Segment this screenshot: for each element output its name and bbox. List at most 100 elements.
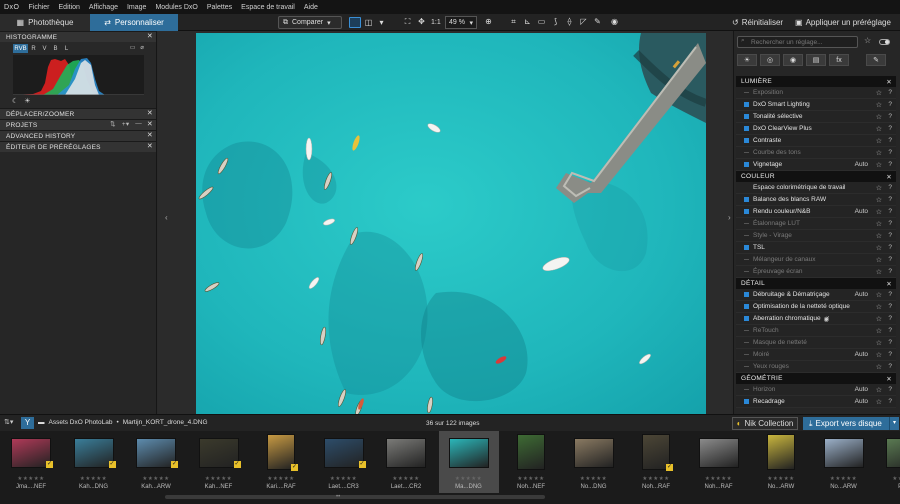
correction-row[interactable]: Recadrage Auto ☆? bbox=[736, 396, 896, 408]
enable-toggle[interactable] bbox=[744, 342, 749, 343]
rating-stars[interactable]: ★★★★★ bbox=[814, 476, 874, 482]
favorite-star-icon[interactable]: ☆ bbox=[876, 303, 882, 311]
eyedropper-icon[interactable]: ⌀ bbox=[140, 44, 144, 51]
favorite-star-icon[interactable]: ☆ bbox=[876, 256, 882, 264]
favorite-star-icon[interactable]: ☆ bbox=[876, 351, 882, 359]
rating-stars[interactable]: ★★★★★ bbox=[64, 476, 124, 482]
help-icon[interactable]: ? bbox=[888, 113, 892, 120]
close-icon[interactable]: ✕ bbox=[886, 173, 892, 181]
resize-handle-icon[interactable]: •• bbox=[336, 494, 340, 500]
filmstrip-thumbnail[interactable]: ✓ ★★★★★ Noh...RAF bbox=[626, 431, 686, 493]
projects-header[interactable]: PROJETS ⇅ +▾ — ✕ bbox=[0, 119, 156, 130]
help-icon[interactable]: ? bbox=[888, 268, 892, 275]
correction-row[interactable]: Étalonnage LUT ☆? bbox=[736, 218, 896, 230]
enable-toggle[interactable] bbox=[744, 271, 749, 272]
close-icon[interactable]: ✕ bbox=[147, 109, 153, 117]
preview-eye-icon[interactable]: ◉ bbox=[609, 16, 620, 27]
filmstrip-thumbnail[interactable]: ✓ ★★★★★ Kah...NEF bbox=[189, 431, 249, 493]
enable-toggle[interactable] bbox=[744, 292, 749, 297]
help-icon[interactable]: ? bbox=[888, 196, 892, 203]
filmstrip-thumbnail[interactable]: ★★★★★ No...ARW bbox=[814, 431, 874, 493]
correction-row[interactable]: Débruitage & Dématriçage Auto ☆? bbox=[736, 289, 896, 301]
filmstrip-thumbnail[interactable]: ★★★★★ Ma...DNG bbox=[438, 431, 499, 493]
help-icon[interactable]: ? bbox=[888, 327, 892, 334]
help-icon[interactable]: ? bbox=[888, 232, 892, 239]
help-icon[interactable]: ? bbox=[888, 363, 892, 370]
close-icon[interactable]: ✕ bbox=[147, 120, 153, 128]
detail-palette-icon[interactable]: ◉ bbox=[783, 54, 803, 66]
menu-palettes[interactable]: Palettes bbox=[207, 4, 232, 11]
section-header[interactable]: GÉOMÉTRIE ✕ bbox=[736, 373, 896, 384]
enable-toggle[interactable] bbox=[744, 399, 749, 404]
help-icon[interactable]: ? bbox=[888, 386, 892, 393]
enable-toggle[interactable] bbox=[744, 366, 749, 367]
correction-row[interactable]: Optimisation de la netteté optique ☆? bbox=[736, 301, 896, 313]
correction-row[interactable]: Masque de netteté ☆? bbox=[736, 337, 896, 349]
favorite-star-icon[interactable]: ☆ bbox=[876, 149, 882, 157]
channel-rgb[interactable]: RVB bbox=[13, 44, 28, 53]
tab-library[interactable]: ▦ Photothèque bbox=[0, 14, 90, 31]
help-icon[interactable]: ? bbox=[888, 256, 892, 263]
enable-toggle[interactable] bbox=[744, 114, 749, 119]
filter-icon[interactable]: Y bbox=[21, 417, 34, 429]
menu-edit[interactable]: Edition bbox=[59, 4, 80, 11]
channel-g[interactable]: V bbox=[39, 44, 50, 53]
correction-row[interactable]: TSL ☆? bbox=[736, 242, 896, 254]
favorite-star-icon[interactable]: ☆ bbox=[876, 315, 882, 323]
filmstrip-thumbnail[interactable]: ★★★★★ Laet....CR2 bbox=[376, 431, 436, 493]
menu-workspace[interactable]: Espace de travail bbox=[241, 4, 295, 11]
rating-stars[interactable]: ★★★★★ bbox=[439, 476, 499, 482]
rating-stars[interactable]: ★★★★★ bbox=[1, 476, 61, 482]
help-icon[interactable]: ? bbox=[888, 220, 892, 227]
monitor-icon[interactable]: ▭ bbox=[130, 44, 136, 51]
rating-stars[interactable]: ★★★★★ bbox=[876, 476, 900, 482]
rating-stars[interactable]: ★★★★★ bbox=[251, 476, 311, 482]
color-palette-icon[interactable]: ◎ bbox=[760, 54, 780, 66]
enable-toggle[interactable] bbox=[744, 389, 749, 390]
shadow-clipping-icon[interactable]: ☾ bbox=[12, 97, 18, 105]
correction-row[interactable]: Horizon Auto ☆? bbox=[736, 384, 896, 396]
help-icon[interactable]: ? bbox=[888, 398, 892, 405]
correction-row[interactable]: DxO ClearView Plus ☆? bbox=[736, 123, 896, 135]
enable-toggle[interactable] bbox=[744, 330, 749, 331]
retouch-icon[interactable]: ✎ bbox=[592, 16, 603, 27]
light-palette-icon[interactable]: ☀ bbox=[737, 54, 757, 66]
export-to-disk-button[interactable]: ⤓ Export vers disque ▾ bbox=[803, 417, 899, 430]
close-icon[interactable]: ✕ bbox=[147, 142, 153, 150]
filmstrip-thumbnail[interactable]: ✓ ★★★★★ Kah...ARW bbox=[126, 431, 186, 493]
split-view-button[interactable]: ◫ bbox=[363, 17, 374, 28]
enable-toggle[interactable] bbox=[744, 245, 749, 250]
filmstrip-thumbnail[interactable]: ★★★★★ No...ARW bbox=[751, 431, 811, 493]
favorite-star-icon[interactable]: ☆ bbox=[876, 244, 882, 252]
filmstrip-thumbnail[interactable]: ✓ ★★★★★ Kari....RAF bbox=[251, 431, 311, 493]
favorite-star-icon[interactable]: ☆ bbox=[876, 339, 882, 347]
rating-stars[interactable]: ★★★★★ bbox=[564, 476, 624, 482]
correction-row[interactable]: Exposition ☆? bbox=[736, 87, 896, 99]
sort-icon[interactable]: ⇅▾ bbox=[4, 418, 13, 426]
enable-toggle[interactable] bbox=[744, 126, 749, 131]
correction-row[interactable]: ReTouch ☆? bbox=[736, 325, 896, 337]
tab-customize[interactable]: ⇄ Personnaliser bbox=[90, 14, 178, 31]
help-icon[interactable]: ? bbox=[888, 101, 892, 108]
help-icon[interactable]: ? bbox=[888, 149, 892, 156]
straighten-icon[interactable]: ⊾ bbox=[522, 16, 533, 27]
custom-palette-icon[interactable]: ✎ bbox=[866, 54, 886, 66]
help-icon[interactable]: ? bbox=[888, 161, 892, 168]
nik-collection-button[interactable]: ◐ Nik Collection bbox=[732, 417, 798, 430]
favorite-star-icon[interactable]: ☆ bbox=[876, 398, 882, 406]
help-icon[interactable]: ? bbox=[888, 339, 892, 346]
highlight-clipping-icon[interactable]: ☀ bbox=[24, 97, 30, 105]
enable-toggle[interactable] bbox=[744, 223, 749, 224]
correction-row[interactable]: Rendu couleur/N&B Auto ☆? bbox=[736, 206, 896, 218]
enable-toggle[interactable] bbox=[744, 102, 749, 107]
filmstrip-thumbnail[interactable]: ✓ ★★★★★ Laet....CR3 bbox=[314, 431, 374, 493]
enable-toggle[interactable] bbox=[744, 152, 749, 153]
favorite-star-icon[interactable]: ☆ bbox=[876, 89, 882, 97]
menu-help[interactable]: Aide bbox=[304, 4, 318, 11]
favorite-star-icon[interactable]: ☆ bbox=[876, 220, 882, 228]
filmstrip-thumbnail[interactable]: ✓ ★★★★★ Jma....NEF bbox=[1, 431, 61, 493]
repair-icon[interactable]: ◸ bbox=[578, 16, 589, 27]
rating-stars[interactable]: ★★★★★ bbox=[626, 476, 686, 482]
rating-stars[interactable]: ★★★★★ bbox=[501, 476, 561, 482]
correction-row[interactable]: Moiré Auto ☆? bbox=[736, 349, 896, 361]
